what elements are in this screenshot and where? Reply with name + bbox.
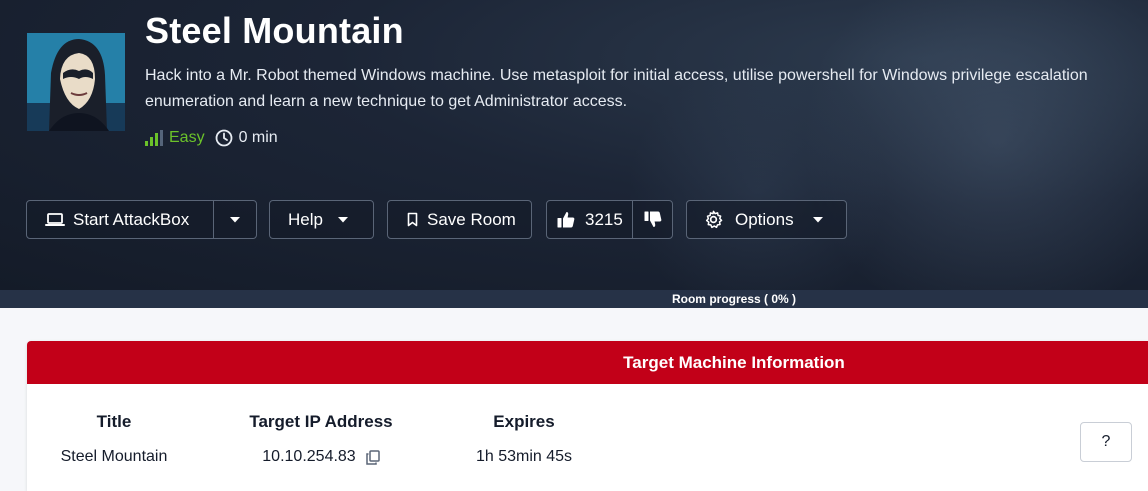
machine-info-help-button[interactable]: ? <box>1080 422 1132 462</box>
start-attackbox-button[interactable]: Start AttackBox <box>27 201 213 238</box>
duration-label: 0 min <box>238 129 278 146</box>
clock-icon <box>215 129 232 147</box>
upvote-button[interactable]: 3215 <box>547 201 632 238</box>
difficulty-label: Easy <box>169 129 205 146</box>
attackbox-dropdown-toggle[interactable] <box>213 201 256 238</box>
difficulty-bars-icon <box>145 130 163 146</box>
expires-column: Expires 1h 53min 45s <box>459 412 589 466</box>
start-attackbox-split-button: Start AttackBox <box>26 200 257 239</box>
chevron-down-icon <box>812 216 823 222</box>
room-meta: Easy 0 min <box>145 129 278 147</box>
save-room-label: Save Room <box>427 209 516 229</box>
room-description: Hack into a Mr. Robot themed Windows mac… <box>145 67 1088 110</box>
chevron-down-icon <box>230 216 241 222</box>
room-progress-label: Room progress ( 0% ) <box>671 292 797 306</box>
thumbs-down-icon <box>644 211 661 227</box>
machine-title-column: Title Steel Mountain <box>52 412 176 466</box>
copy-icon[interactable] <box>365 449 380 465</box>
help-dropdown-button[interactable]: Help <box>269 200 374 239</box>
column-header-ip: Target IP Address <box>249 412 393 431</box>
machine-title-value: Steel Mountain <box>60 448 168 465</box>
downvote-button[interactable] <box>632 201 672 238</box>
thumbs-up-icon <box>557 212 575 228</box>
room-icon <box>27 33 125 131</box>
gear-icon <box>705 210 723 229</box>
save-room-button[interactable]: Save Room <box>387 200 532 239</box>
ip-value-row: 10.10.254.83 <box>246 448 396 466</box>
target-ip-column: Target IP Address 10.10.254.83 <box>246 412 396 466</box>
laptop-icon <box>45 212 65 226</box>
vote-group: 3215 <box>546 200 673 239</box>
likes-count: 3215 <box>585 209 623 229</box>
expires-value: 1h 53min 45s <box>475 448 573 465</box>
start-attackbox-label: Start AttackBox <box>73 209 190 229</box>
options-dropdown-button[interactable]: Options <box>686 200 847 239</box>
target-machine-panel: Target Machine Information Title Steel M… <box>27 341 1148 491</box>
target-ip-value[interactable]: 10.10.254.83 <box>262 448 355 466</box>
page-title: Steel Mountain <box>145 10 404 51</box>
chevron-down-icon <box>337 216 348 222</box>
help-label: Help <box>288 209 323 229</box>
bookmark-icon <box>407 212 418 227</box>
column-header-expires: Expires <box>493 412 555 431</box>
column-header-title: Title <box>96 412 132 431</box>
target-machine-header: Target Machine Information <box>27 341 1148 384</box>
duration-badge: 0 min <box>215 129 278 147</box>
difficulty-badge: Easy <box>145 129 205 147</box>
options-label: Options <box>735 209 794 229</box>
